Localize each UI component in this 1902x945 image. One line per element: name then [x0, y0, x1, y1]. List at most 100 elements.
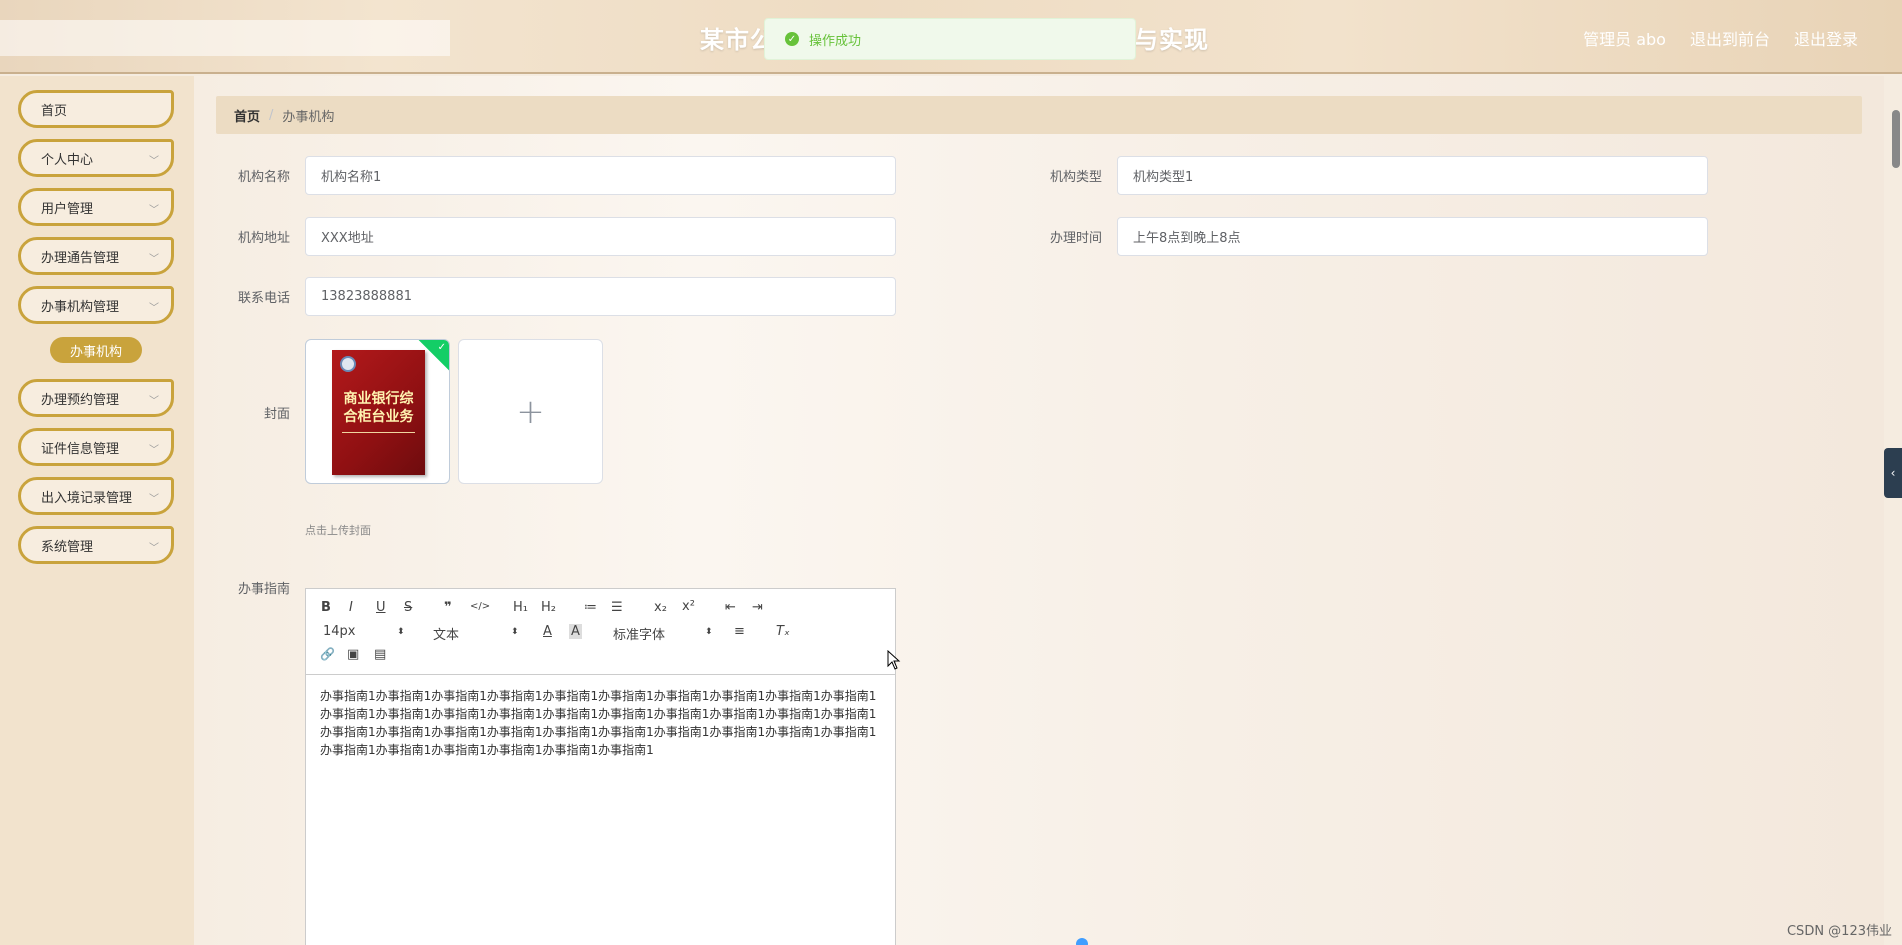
- indent-button[interactable]: ⇥: [752, 600, 763, 615]
- subscript-button[interactable]: x₂: [654, 600, 667, 615]
- align-button[interactable]: ≡: [734, 624, 745, 639]
- breadcrumb-current: 办事机构: [282, 109, 335, 125]
- code-block-button[interactable]: </>: [470, 601, 490, 612]
- ordered-list-button[interactable]: ≔: [584, 600, 597, 615]
- sidebar-item-label: 办理预约管理: [41, 392, 120, 408]
- link-button[interactable]: 🔗: [320, 647, 335, 661]
- guide-label: 办事指南: [237, 582, 290, 597]
- book-divider: [342, 432, 415, 433]
- editor-toolbar: B I U S ❞ </> H₁ H₂ ≔ ☰ x₂ x² ⇤ ⇥ 14px ⬍…: [306, 589, 895, 675]
- select-arrow-icon: ⬍: [511, 627, 519, 637]
- background-color-button[interactable]: A: [569, 624, 582, 639]
- font-color-button[interactable]: A: [543, 624, 552, 639]
- type-label: 机构类型: [1049, 170, 1102, 185]
- cover-thumbnail[interactable]: 商业银行综合柜台业务 ✓: [305, 339, 450, 484]
- hours-label: 办理时间: [1049, 231, 1102, 246]
- breadcrumb: 首页 / 办事机构: [216, 96, 1862, 134]
- bold-button[interactable]: B: [321, 600, 331, 615]
- sidebar-item-certificate-management[interactable]: 证件信息管理 ﹀: [18, 428, 174, 466]
- h1-button[interactable]: H₁: [513, 600, 528, 615]
- success-toast: ✓ 操作成功: [764, 18, 1136, 60]
- book-emblem-icon: [340, 356, 356, 372]
- sidebar-item-label: 用户管理: [41, 201, 94, 217]
- sidebar: 首页 个人中心 ﹀ 用户管理 ﹀ 办理通告管理 ﹀ 办事机构管理 ﹀ 办事机构 …: [0, 76, 194, 945]
- chevron-down-icon: ﹀: [149, 494, 159, 505]
- text-format-value: 文本: [433, 628, 460, 643]
- sidebar-item-user-management[interactable]: 用户管理 ﹀: [18, 188, 174, 226]
- name-input[interactable]: 机构名称1: [305, 156, 896, 195]
- book-title: 商业银行综合柜台业务: [343, 391, 414, 425]
- header-nav: 管理员 abo 退出到前台 退出登录: [1583, 26, 1858, 50]
- sidebar-item-label: 出入境记录管理: [41, 490, 133, 506]
- chevron-down-icon: ﹀: [149, 543, 159, 554]
- sidebar-item-system-management[interactable]: 系统管理 ﹀: [18, 526, 174, 564]
- sidebar-item-border-record-management[interactable]: 出入境记录管理 ﹀: [18, 477, 174, 515]
- outdent-button[interactable]: ⇤: [725, 600, 736, 615]
- main-content: 首页 / 办事机构 机构名称 机构名称1 机构类型 机构类型1 机构地址 XXX…: [194, 76, 1884, 945]
- page-scrollbar[interactable]: [1890, 108, 1902, 758]
- cover-label: 封面: [263, 407, 290, 422]
- collapse-side-tab[interactable]: ‹: [1884, 448, 1902, 498]
- rich-text-editor: B I U S ❞ </> H₁ H₂ ≔ ☰ x₂ x² ⇤ ⇥ 14px ⬍…: [305, 588, 896, 945]
- sidebar-item-label: 证件信息管理: [41, 441, 120, 457]
- sidebar-item-label: 系统管理: [41, 539, 94, 555]
- font-size-select[interactable]: 14px ⬍: [323, 624, 405, 639]
- select-arrow-icon: ⬍: [397, 627, 405, 637]
- sidebar-item-label: 办事机构管理: [41, 299, 120, 315]
- chevron-down-icon: ﹀: [149, 254, 159, 265]
- cover-upload-button[interactable]: +: [458, 339, 603, 484]
- sidebar-item-label: 个人中心: [41, 152, 94, 168]
- font-family-select[interactable]: 标准字体 ⬍: [613, 624, 713, 643]
- sidebar-item-appointment-management[interactable]: 办理预约管理 ﹀: [18, 379, 174, 417]
- clear-format-button[interactable]: Tₓ: [776, 624, 790, 639]
- chevron-left-icon: ‹: [1890, 466, 1896, 480]
- superscript-button[interactable]: x²: [682, 599, 695, 614]
- address-input[interactable]: XXX地址: [305, 217, 896, 256]
- breadcrumb-separator: /: [269, 107, 274, 123]
- chevron-down-icon: ﹀: [149, 303, 159, 314]
- cover-image: 商业银行综合柜台业务: [332, 350, 425, 475]
- sidebar-item-label: 办理通告管理: [41, 250, 120, 266]
- blockquote-button[interactable]: ❞: [444, 600, 452, 615]
- font-family-value: 标准字体: [613, 628, 666, 643]
- sidebar-item-agency-management[interactable]: 办事机构管理 ﹀: [18, 286, 174, 324]
- sidebar-item-label: 首页: [41, 103, 68, 119]
- underline-button[interactable]: U: [376, 600, 386, 615]
- chevron-down-icon: ﹀: [149, 205, 159, 216]
- cover-upload-tip: 点击上传封面: [305, 524, 371, 537]
- logout-link[interactable]: 退出登录: [1794, 26, 1858, 50]
- image-button[interactable]: ▣: [347, 647, 359, 662]
- sidebar-item-home[interactable]: 首页: [18, 90, 174, 128]
- type-input[interactable]: 机构类型1: [1117, 156, 1708, 195]
- h2-button[interactable]: H₂: [541, 600, 556, 615]
- text-format-select[interactable]: 文本 ⬍: [433, 624, 519, 643]
- chevron-down-icon: ﹀: [149, 445, 159, 456]
- back-to-front-link[interactable]: 退出到前台: [1690, 26, 1770, 50]
- strike-button[interactable]: S: [404, 600, 412, 615]
- select-arrow-icon: ⬍: [705, 627, 713, 637]
- sidebar-item-notice-management[interactable]: 办理通告管理 ﹀: [18, 237, 174, 275]
- video-button[interactable]: ▤: [374, 647, 386, 662]
- chevron-down-icon: ﹀: [149, 396, 159, 407]
- phone-input[interactable]: 13823888881: [305, 277, 896, 316]
- site-title-right: 与实现: [1134, 26, 1209, 54]
- editor-content[interactable]: 办事指南1办事指南1办事指南1办事指南1办事指南1办事指南1办事指南1办事指南1…: [306, 675, 895, 771]
- font-size-value: 14px: [323, 624, 356, 639]
- check-icon: ✓: [437, 342, 446, 353]
- csdn-watermark: CSDN @123伟业: [1786, 924, 1892, 939]
- italic-button[interactable]: I: [349, 600, 353, 615]
- header-logo-band: [0, 20, 450, 56]
- scroll-indicator-dot: [1076, 938, 1088, 945]
- admin-user-label[interactable]: 管理员 abo: [1583, 26, 1666, 50]
- plus-icon: +: [516, 391, 545, 432]
- name-label: 机构名称: [237, 170, 290, 185]
- sidebar-item-personal-center[interactable]: 个人中心 ﹀: [18, 139, 174, 177]
- bullet-list-button[interactable]: ☰: [611, 600, 623, 615]
- sidebar-subitem-agency[interactable]: 办事机构: [50, 337, 142, 363]
- hours-input[interactable]: 上午8点到晚上8点: [1117, 217, 1708, 256]
- phone-label: 联系电话: [237, 291, 290, 306]
- mouse-cursor-icon: [887, 650, 901, 670]
- breadcrumb-home[interactable]: 首页: [234, 106, 260, 125]
- success-check-icon: ✓: [785, 32, 799, 46]
- scrollbar-thumb[interactable]: [1892, 110, 1900, 168]
